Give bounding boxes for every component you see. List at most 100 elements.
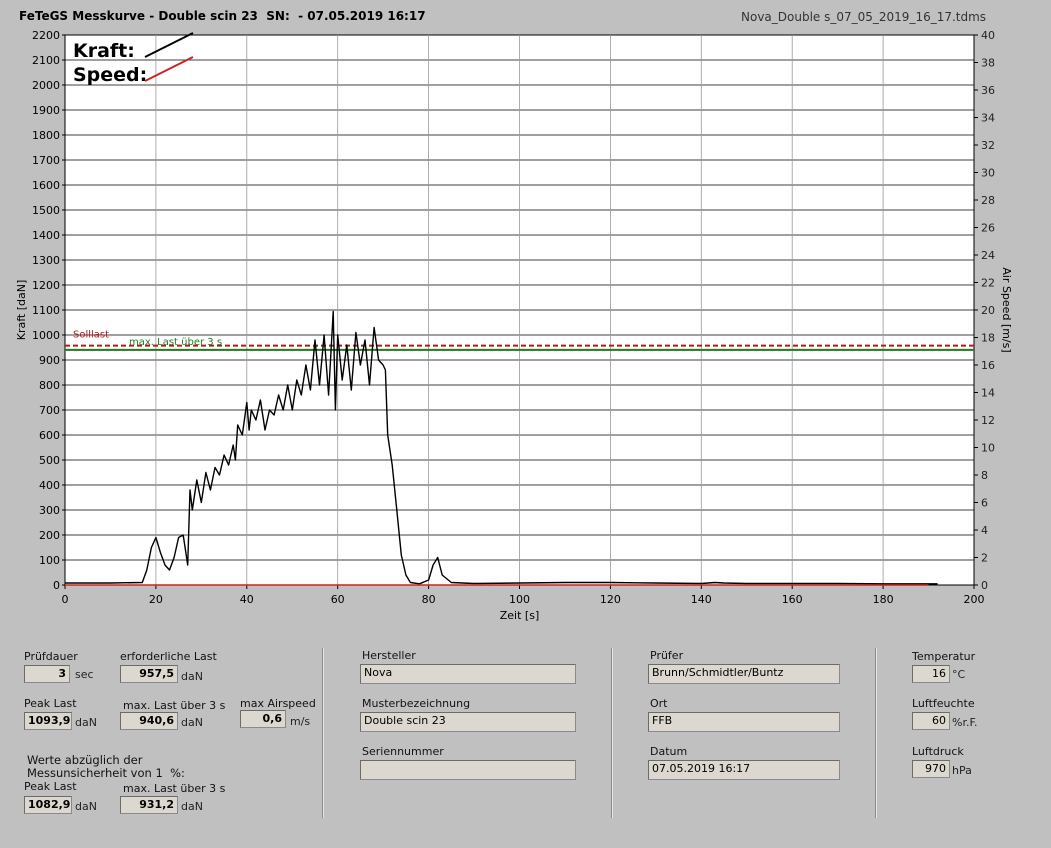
luftdruck-unit: hPa: [952, 764, 972, 777]
y-tick-label-right: 8: [981, 469, 988, 482]
max-airspeed-unit: m/s: [290, 715, 311, 728]
y-tick-label-left: 1500: [32, 204, 60, 217]
ort-field: FFB: [648, 712, 840, 732]
luftfeuchte-unit: %r.F.: [952, 716, 978, 729]
y-tick-label-right: 16: [981, 359, 995, 372]
y-tick-label-left: 400: [39, 479, 60, 492]
pruefdauer-label: Prüfdauer: [24, 650, 78, 663]
pruefer-field: Brunn/Schmidtler/Buntz: [648, 664, 840, 684]
y-tick-label-right: 14: [981, 387, 995, 400]
pruefdauer-field: 3: [24, 665, 70, 683]
max-last-korr-unit: daN: [181, 800, 203, 813]
datum-field: 07.05.2019 16:17: [648, 760, 840, 780]
y-tick-label-right: 34: [981, 112, 995, 125]
y-tick-label-left: 0: [53, 579, 60, 592]
window-title: FeTeGS Messkurve - Double scin 23 SN: - …: [19, 9, 426, 23]
y-tick-label-left: 500: [39, 454, 60, 467]
y-tick-label-right: 12: [981, 414, 995, 427]
x-tick-label: 60: [331, 593, 345, 606]
max-last-korr-label: max. Last über 3 s: [123, 782, 226, 795]
y-tick-label-left: 1900: [32, 104, 60, 117]
y-tick-label-right: 26: [981, 222, 995, 235]
y-tick-label-left: 1400: [32, 229, 60, 242]
musterbezeichnung-label: Musterbezeichnung: [362, 697, 471, 710]
pruefer-label: Prüfer: [650, 649, 684, 662]
peak-last-field: 1093,9: [24, 712, 72, 730]
y-tick-label-right: 6: [981, 497, 988, 510]
separator: [322, 648, 324, 818]
y-tick-label-right: 18: [981, 332, 995, 345]
x-tick-label: 120: [600, 593, 621, 606]
y-tick-label-right: 32: [981, 139, 995, 152]
y-tick-label-left: 2200: [32, 29, 60, 42]
y-tick-label-left: 100: [39, 554, 60, 567]
y-tick-label-left: 200: [39, 529, 60, 542]
peak-last-korr-field: 1082,9: [24, 796, 72, 814]
datum-label: Datum: [650, 745, 688, 758]
hersteller-field: Nova: [360, 664, 576, 684]
peak-last-unit: daN: [75, 716, 97, 729]
y-tick-label-right: 4: [981, 524, 988, 537]
x-tick-label: 160: [782, 593, 803, 606]
y-tick-label-right: 2: [981, 552, 988, 565]
seriennummer-field: [360, 760, 576, 780]
force-chart: 0100200300400500600700800900100011001200…: [15, 29, 1013, 622]
file-name: Nova_Double s_07_05_2019_16_17.tdms: [741, 10, 987, 24]
y-tick-label-left: 300: [39, 504, 60, 517]
legend-label: Kraft:: [73, 40, 135, 62]
pruefdauer-unit: sec: [75, 668, 94, 681]
musterbezeichnung-field: Double scin 23: [360, 712, 576, 732]
y-tick-label-right: 40: [981, 29, 995, 42]
separator: [875, 648, 877, 818]
x-tick-label: 20: [149, 593, 163, 606]
y-axis-label-left: Kraft [daN]: [15, 280, 28, 341]
y-tick-label-left: 700: [39, 404, 60, 417]
temperatur-field: 16: [912, 665, 950, 683]
luftfeuchte-field: 60: [912, 712, 950, 730]
x-tick-label: 40: [240, 593, 254, 606]
x-tick-label: 140: [691, 593, 712, 606]
y-tick-label-right: 28: [981, 194, 995, 207]
x-tick-label: 200: [964, 593, 985, 606]
y-tick-label-right: 36: [981, 84, 995, 97]
x-tick-label: 180: [873, 593, 894, 606]
erforderliche-last-label: erforderliche Last: [120, 650, 217, 663]
y-tick-label-right: 0: [981, 579, 988, 592]
y-tick-label-left: 1800: [32, 129, 60, 142]
temperatur-label: Temperatur: [912, 650, 976, 663]
y-tick-label-right: 24: [981, 249, 995, 262]
y-tick-label-right: 20: [981, 304, 995, 317]
x-tick-label: 0: [62, 593, 69, 606]
max-last-field: 940,6: [120, 712, 178, 730]
hersteller-label: Hersteller: [362, 649, 416, 662]
legend-label: Speed:: [73, 64, 147, 86]
max-last-korr-field: 931,2: [120, 796, 178, 814]
x-tick-label: 100: [509, 593, 530, 606]
y-tick-label-left: 600: [39, 429, 60, 442]
peak-last-korr-label: Peak Last: [24, 780, 77, 793]
y-tick-label-left: 900: [39, 354, 60, 367]
y-tick-label-right: 22: [981, 277, 995, 290]
peak-last-korr-unit: daN: [75, 800, 97, 813]
x-axis-label: Zeit [s]: [500, 609, 539, 622]
erforderliche-last-unit: daN: [181, 670, 203, 683]
y-tick-label-right: 30: [981, 167, 995, 180]
max-last-label: max. Last über 3 s: [123, 699, 226, 712]
separator: [611, 648, 613, 818]
y-tick-label-left: 1000: [32, 329, 60, 342]
y-tick-label-left: 2000: [32, 79, 60, 92]
max-last-line-label: max. Last über 3 s: [129, 337, 222, 348]
max-airspeed-label: max Airspeed: [240, 697, 316, 710]
y-tick-label-left: 1100: [32, 304, 60, 317]
seriennummer-label: Seriennummer: [362, 745, 444, 758]
max-airspeed-field: 0,6: [240, 710, 286, 728]
y-tick-label-left: 1700: [32, 154, 60, 167]
max-last-unit: daN: [181, 716, 203, 729]
luftdruck-label: Luftdruck: [912, 745, 964, 758]
y-tick-label-left: 800: [39, 379, 60, 392]
solllast-label: Solllast: [73, 330, 109, 341]
erforderliche-last-field: 957,5: [120, 665, 178, 683]
messunsicherheit-note: Werte abzüglich der Messunsicherheit von…: [27, 753, 185, 780]
y-tick-label-left: 2100: [32, 54, 60, 67]
y-tick-label-right: 10: [981, 442, 995, 455]
